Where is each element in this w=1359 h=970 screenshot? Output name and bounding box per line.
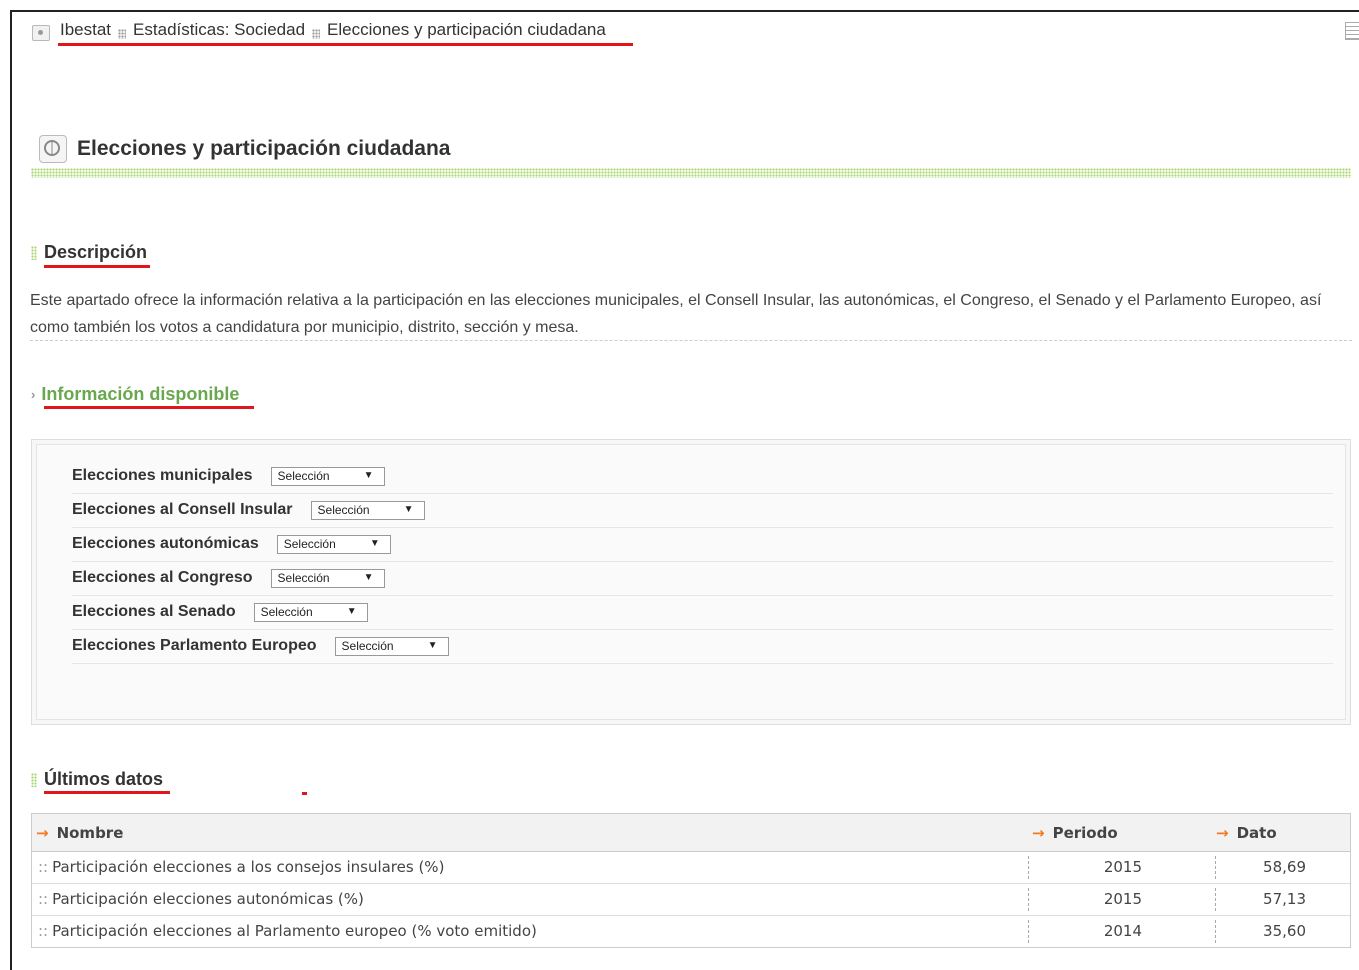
title-row: Elecciones y participación ciudadana	[39, 135, 450, 163]
ultimos-datos-table: → Nombre → Periodo → Dato :: Participación e…	[31, 813, 1351, 948]
descripcion-heading-text: Descripción	[44, 242, 148, 262]
select-value: Selección	[341, 639, 394, 653]
bullet-bar-icon	[31, 772, 37, 787]
select-label: Elecciones al Senado	[72, 603, 236, 620]
chevron-right-icon: ›	[31, 387, 36, 402]
table-header: → Nombre → Periodo → Dato	[32, 814, 1350, 852]
bullet-dots-icon: ::	[38, 858, 49, 876]
annotation-underline	[44, 265, 150, 268]
select-value: Selección	[277, 469, 330, 483]
breadcrumb-item-ibestat[interactable]: Ibestat	[60, 20, 111, 40]
cell-nombre-text[interactable]: Participación elecciones a los consejos …	[52, 858, 444, 876]
informacion-heading-text[interactable]: Información disponible	[41, 384, 239, 405]
dropdown-arrow-icon: ▼	[363, 571, 374, 583]
table-row[interactable]: :: Participación elecciones a los consejo…	[32, 852, 1350, 884]
column-header-nombre[interactable]: → Nombre	[36, 824, 123, 842]
autonomicas-select[interactable]: Selección ▼	[276, 534, 391, 554]
separator-icon	[118, 29, 127, 39]
cell-nombre-text[interactable]: Participación elecciones autonómicas (%)	[52, 890, 364, 908]
annotation-underline	[44, 406, 254, 409]
column-header-periodo[interactable]: → Periodo	[1032, 824, 1118, 842]
column-header-label: Periodo	[1052, 824, 1118, 842]
annotation-underline	[58, 43, 633, 46]
europeo-select[interactable]: Selección ▼	[334, 636, 449, 656]
dropdown-arrow-icon: ▼	[369, 537, 380, 549]
breadcrumb: Ibestat Estadísticas: Sociedad Eleccione…	[32, 20, 606, 41]
column-header-dato[interactable]: → Dato	[1216, 824, 1277, 842]
home-icon	[32, 25, 50, 41]
table-row[interactable]: :: Participación elecciones autonómicas (…	[32, 884, 1350, 916]
select-value: Selección	[260, 605, 313, 619]
breadcrumb-item-current[interactable]: Elecciones y participación ciudadana	[327, 20, 606, 40]
column-separator	[1215, 856, 1216, 879]
select-row-autonomicas: Elecciones autonómicas Selección ▼	[72, 527, 1333, 562]
print-icon[interactable]	[1345, 22, 1359, 40]
select-row-municipales: Elecciones municipales Selección ▼	[72, 459, 1333, 494]
column-header-label: Dato	[1236, 824, 1277, 842]
cell-nombre[interactable]: :: Participación elecciones a los consejo…	[38, 858, 444, 876]
select-label: Elecciones al Congreso	[72, 569, 253, 586]
bullet-bar-icon	[31, 245, 37, 260]
dropdown-arrow-icon: ▼	[363, 469, 374, 481]
select-label: Elecciones municipales	[72, 467, 253, 484]
cell-dato: 58,69	[1263, 858, 1306, 876]
column-separator	[1028, 888, 1029, 911]
select-label: Elecciones autonómicas	[72, 535, 259, 552]
breadcrumb-item-sociedad[interactable]: Estadísticas: Sociedad	[133, 20, 305, 40]
arrow-right-icon: →	[36, 824, 49, 842]
select-label: Elecciones Parlamento Europeo	[72, 637, 317, 654]
separator-icon	[312, 29, 321, 39]
bullet-dots-icon: ::	[38, 890, 49, 908]
select-row-senado: Elecciones al Senado Selección ▼	[72, 595, 1333, 630]
select-value: Selección	[283, 537, 336, 551]
cell-periodo: 2015	[1103, 890, 1142, 908]
dropdown-arrow-icon: ▼	[403, 503, 414, 515]
arrow-right-icon: →	[1216, 824, 1229, 842]
annotation-mark	[302, 792, 307, 795]
consell-select[interactable]: Selección ▼	[310, 500, 425, 520]
descripcion-heading: Descripción	[31, 242, 147, 263]
informacion-heading[interactable]: › Información disponible	[31, 384, 239, 405]
ultimos-heading: Últimos datos	[31, 769, 163, 790]
column-separator	[1028, 920, 1029, 943]
municipales-select[interactable]: Selección ▼	[270, 466, 385, 486]
ultimos-heading-text: Últimos datos	[44, 769, 164, 789]
column-separator	[1215, 920, 1216, 943]
column-header-label: Nombre	[56, 824, 124, 842]
cell-nombre[interactable]: :: Participación elecciones al Parlamento…	[38, 922, 537, 940]
dropdown-arrow-icon: ▼	[346, 605, 357, 617]
descripcion-text: Este apartado ofrece la información rela…	[30, 292, 1322, 336]
select-value: Selección	[317, 503, 370, 517]
cell-periodo: 2014	[1103, 922, 1142, 940]
select-row-congreso: Elecciones al Congreso Selección ▼	[72, 561, 1333, 596]
cell-nombre-text[interactable]: Participación elecciones al Parlamento e…	[52, 922, 537, 940]
globe-icon	[39, 135, 67, 163]
select-value: Selección	[277, 571, 330, 585]
cell-periodo: 2015	[1103, 858, 1142, 876]
column-separator	[1215, 888, 1216, 911]
info-panel: Elecciones municipales Selección ▼ Elecci…	[31, 439, 1351, 725]
cell-dato: 57,13	[1263, 890, 1306, 908]
column-separator	[1028, 856, 1029, 879]
select-row-consell: Elecciones al Consell Insular Selección ▼	[72, 493, 1333, 528]
page-title: Elecciones y participación ciudadana	[77, 137, 451, 160]
title-divider	[31, 168, 1351, 178]
cell-dato: 35,60	[1263, 922, 1306, 940]
senado-select[interactable]: Selección ▼	[253, 602, 368, 622]
bullet-dots-icon: ::	[38, 922, 49, 940]
select-label: Elecciones al Consell Insular	[72, 501, 293, 518]
dashed-divider	[30, 340, 1352, 341]
cell-nombre[interactable]: :: Participación elecciones autonómicas (…	[38, 890, 364, 908]
arrow-right-icon: →	[1032, 824, 1045, 842]
table-row[interactable]: :: Participación elecciones al Parlamento…	[32, 916, 1350, 947]
select-row-europeo: Elecciones Parlamento Europeo Selección ▼	[72, 629, 1333, 664]
congreso-select[interactable]: Selección ▼	[270, 568, 385, 588]
annotation-underline	[44, 791, 170, 794]
dropdown-arrow-icon: ▼	[427, 639, 438, 651]
